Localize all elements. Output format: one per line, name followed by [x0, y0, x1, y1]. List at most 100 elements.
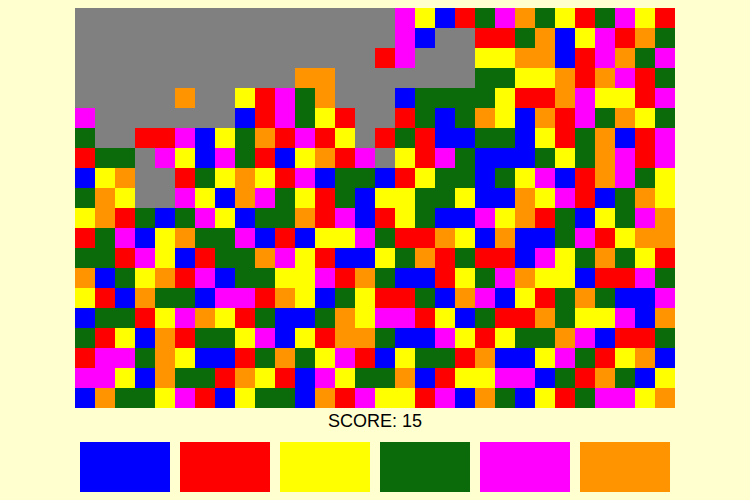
board-cell	[535, 288, 555, 308]
board-cell	[95, 48, 115, 68]
board-cell	[255, 388, 275, 408]
color-button[interactable]	[280, 442, 370, 492]
board-cell	[635, 188, 655, 208]
board-cell	[495, 8, 515, 28]
board-cell	[495, 48, 515, 68]
board-cell	[115, 48, 135, 68]
board-cell	[275, 268, 295, 288]
board-cell	[495, 148, 515, 168]
board-cell	[415, 108, 435, 128]
board-cell	[555, 388, 575, 408]
board-cell	[355, 248, 375, 268]
board-cell	[175, 88, 195, 108]
board-cell	[495, 388, 515, 408]
board-cell	[575, 328, 595, 348]
board-cell	[515, 388, 535, 408]
board-cell	[95, 28, 115, 48]
board-cell	[95, 168, 115, 188]
board-cell	[375, 128, 395, 148]
board-cell	[335, 348, 355, 368]
board-cell	[595, 108, 615, 128]
board-cell	[275, 108, 295, 128]
board-cell	[255, 88, 275, 108]
board-cell	[235, 48, 255, 68]
color-button[interactable]	[580, 442, 670, 492]
board-cell	[475, 188, 495, 208]
board-cell	[235, 368, 255, 388]
board-cell	[235, 208, 255, 228]
board-cell	[155, 228, 175, 248]
board-cell	[555, 288, 575, 308]
board-cell	[135, 328, 155, 348]
color-buttons	[80, 442, 670, 492]
board-cell	[615, 248, 635, 268]
board-cell	[495, 328, 515, 348]
board-cell	[575, 248, 595, 268]
board-cell	[315, 228, 335, 248]
board-cell	[635, 88, 655, 108]
board-cell	[595, 348, 615, 368]
board-cell	[195, 348, 215, 368]
board-cell	[75, 388, 95, 408]
board-cell	[595, 328, 615, 348]
board-cell	[615, 168, 635, 188]
board-cell	[535, 68, 555, 88]
board-cell	[95, 128, 115, 148]
color-button[interactable]	[80, 442, 170, 492]
board-cell	[135, 348, 155, 368]
board-cell	[515, 328, 535, 348]
board-cell	[655, 228, 675, 248]
board-cell	[575, 68, 595, 88]
board-cell	[655, 368, 675, 388]
color-button[interactable]	[180, 442, 270, 492]
board-cell	[655, 28, 675, 48]
board-cell	[75, 168, 95, 188]
board-cell	[555, 28, 575, 48]
board-cell	[555, 128, 575, 148]
board-cell	[415, 268, 435, 288]
board-cell	[115, 208, 135, 228]
board-cell	[115, 388, 135, 408]
color-button[interactable]	[380, 442, 470, 492]
board-cell	[315, 168, 335, 188]
board-cell	[375, 188, 395, 208]
board-cell	[415, 288, 435, 308]
board-cell	[415, 68, 435, 88]
board-cell	[615, 188, 635, 208]
board-cell	[555, 248, 575, 268]
board-cell	[515, 368, 535, 388]
board-cell	[375, 288, 395, 308]
board-cell	[315, 88, 335, 108]
color-button[interactable]	[480, 442, 570, 492]
board-cell	[355, 88, 375, 108]
board-cell	[395, 8, 415, 28]
board-cell	[635, 8, 655, 28]
board-cell	[495, 208, 515, 228]
board-cell	[155, 188, 175, 208]
board-cell	[175, 48, 195, 68]
board-cell	[115, 248, 135, 268]
board-cell	[95, 108, 115, 128]
board-cell	[355, 268, 375, 288]
board-cell	[515, 108, 535, 128]
board-cell	[395, 228, 415, 248]
board-cell	[415, 208, 435, 228]
board-cell	[515, 168, 535, 188]
board-cell	[355, 308, 375, 328]
board-cell	[355, 388, 375, 408]
board-cell	[395, 128, 415, 148]
board-cell	[355, 328, 375, 348]
board-cell	[455, 168, 475, 188]
board-cell	[435, 208, 455, 228]
board-cell	[575, 88, 595, 108]
board-cell	[195, 328, 215, 348]
board-cell	[155, 28, 175, 48]
board-cell	[75, 228, 95, 248]
board-cell	[355, 28, 375, 48]
board-cell	[315, 108, 335, 128]
board-cell	[435, 228, 455, 248]
board-cell	[315, 148, 335, 168]
board-cell	[555, 228, 575, 248]
board-cell	[215, 228, 235, 248]
board-cell	[475, 368, 495, 388]
